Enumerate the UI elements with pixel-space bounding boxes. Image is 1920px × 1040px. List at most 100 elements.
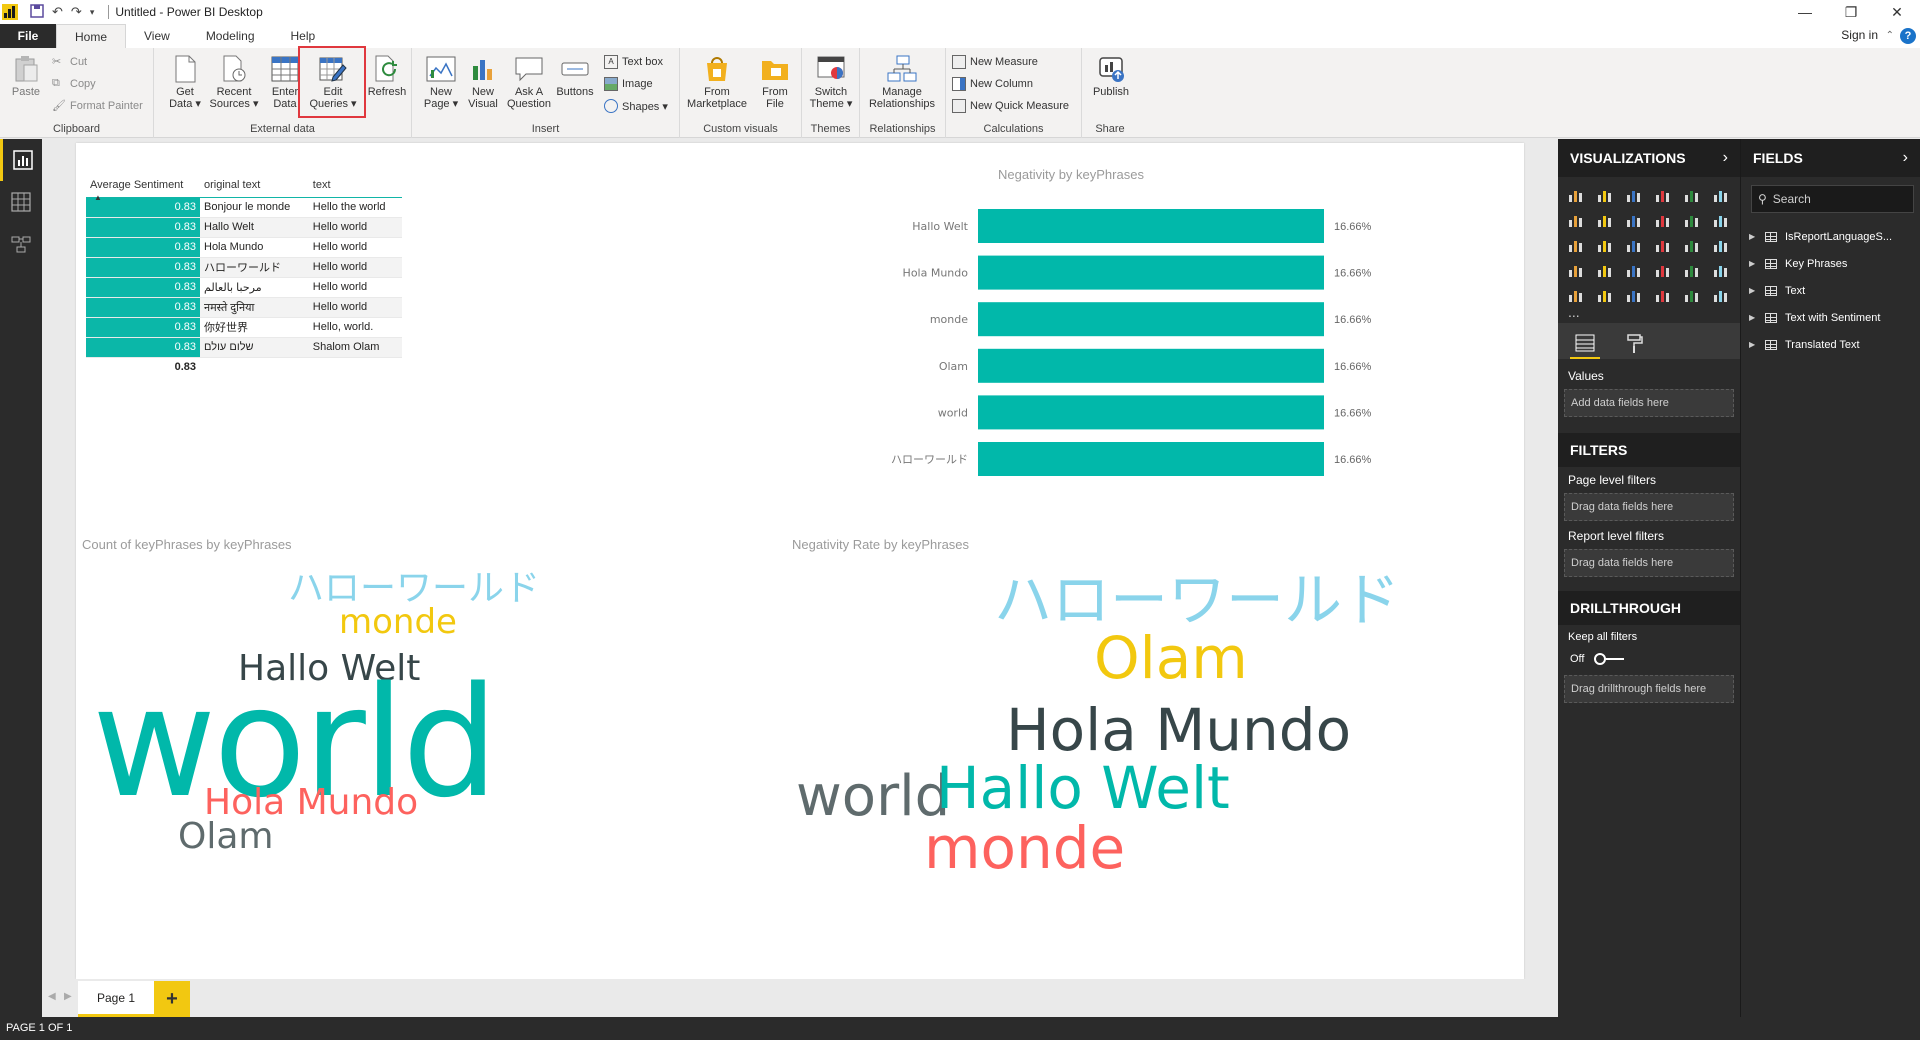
collapse-chevron-icon[interactable]: ›	[1903, 149, 1908, 167]
recent-sources-button[interactable]: Recent Sources ▾	[206, 52, 262, 116]
visual-matrix-icon[interactable]	[1624, 285, 1646, 305]
report-filters-well[interactable]: Drag data fields here	[1564, 549, 1734, 577]
restore-button[interactable]: ❐	[1828, 0, 1874, 24]
visual-r-visual-icon[interactable]	[1653, 285, 1675, 305]
save-icon[interactable]	[30, 3, 44, 21]
expand-caret-icon[interactable]: ▶	[1749, 286, 1757, 295]
new-visual-button[interactable]: New Visual	[458, 52, 508, 116]
collapse-ribbon-icon[interactable]: ⌃	[1886, 30, 1894, 41]
image-button[interactable]: Image	[604, 74, 653, 94]
add-page-button[interactable]: +	[154, 981, 190, 1017]
visual-card-icon[interactable]	[1653, 260, 1675, 280]
visual-map-icon[interactable]	[1711, 235, 1733, 255]
table-row[interactable]: 0.83 Hallo Welt Hello world	[86, 217, 402, 238]
table-row[interactable]: 0.83 नमस्ते दुनिया Hello world	[86, 297, 402, 318]
fields-search-box[interactable]: ⚲ Search	[1751, 185, 1914, 213]
visual-clustered-bar-icon[interactable]	[1624, 185, 1646, 205]
new-column-button[interactable]: New Column	[952, 74, 1033, 94]
table-visual[interactable]: ▲ Average Sentiment original text text 0…	[86, 173, 406, 377]
tab-help[interactable]: Help	[273, 24, 334, 48]
bar[interactable]	[978, 302, 1324, 337]
field-table-item[interactable]: ▶ Translated Text	[1741, 331, 1920, 358]
bar[interactable]	[978, 209, 1324, 243]
text-box-button[interactable]: A Text box	[604, 52, 663, 72]
page-tab[interactable]: Page 1	[78, 981, 154, 1017]
visual-100-column-icon[interactable]	[1711, 185, 1733, 205]
word-item[interactable]: Hola Mundo	[1006, 701, 1351, 759]
table-row[interactable]: 0.83 你好世界 Hello, world.	[86, 317, 402, 338]
fields-tab[interactable]	[1570, 329, 1600, 359]
tab-view[interactable]: View	[126, 24, 188, 48]
visual-ribbon-icon[interactable]	[1711, 210, 1733, 230]
format-painter-button[interactable]: 🖌 Format Painter	[52, 96, 143, 116]
visual-line-column-icon[interactable]	[1653, 210, 1675, 230]
bar[interactable]	[978, 395, 1324, 430]
tab-modeling[interactable]: Modeling	[188, 24, 273, 48]
bar[interactable]	[978, 348, 1324, 383]
field-table-item[interactable]: ▶ Text	[1741, 277, 1920, 304]
get-data-button[interactable]: Get Data ▾	[160, 52, 210, 116]
page-filters-well[interactable]: Drag data fields here	[1564, 493, 1734, 521]
refresh-button[interactable]: Refresh	[362, 52, 412, 116]
sort-caret-icon[interactable]: ▲	[94, 193, 102, 202]
new-measure-button[interactable]: New Measure	[952, 52, 1038, 72]
more-visuals-button[interactable]: ...	[1558, 305, 1740, 323]
visual-area-icon[interactable]	[1595, 210, 1617, 230]
word-item[interactable]: Olam	[178, 819, 273, 855]
cut-button[interactable]: ✂ Cut	[52, 52, 87, 72]
table-row[interactable]: 0.83 Hola Mundo Hello world	[86, 237, 402, 258]
word-item[interactable]: monde	[924, 819, 1125, 877]
expand-caret-icon[interactable]: ▶	[1749, 232, 1757, 241]
from-file-button[interactable]: From File	[750, 52, 800, 116]
visual-line-icon[interactable]	[1566, 210, 1588, 230]
paste-button[interactable]: Paste	[4, 52, 48, 116]
shapes-button[interactable]: Shapes ▾	[604, 96, 668, 116]
column-header[interactable]: text	[308, 173, 402, 198]
visual-stacked-column-icon[interactable]	[1595, 185, 1617, 205]
visual-stacked-area-icon[interactable]	[1624, 210, 1646, 230]
visual-donut-icon[interactable]	[1653, 235, 1675, 255]
word-item[interactable]: Olam	[1094, 629, 1248, 687]
values-drop-well[interactable]: Add data fields here	[1564, 389, 1734, 417]
visual-globe-icon[interactable]	[1682, 285, 1704, 305]
expand-caret-icon[interactable]: ▶	[1749, 313, 1757, 322]
word-item[interactable]: Hallo Welt	[936, 759, 1230, 817]
buttons-button[interactable]: Buttons	[550, 52, 600, 116]
visual-stacked-bar-icon[interactable]	[1566, 185, 1588, 205]
scroll-right-icon[interactable]: ▶	[64, 991, 72, 1002]
visual-pie-icon[interactable]	[1624, 235, 1646, 255]
tab-home[interactable]: Home	[56, 24, 127, 48]
visual-cloud-icon[interactable]	[1711, 285, 1733, 305]
visual-slicer-icon[interactable]	[1566, 285, 1588, 305]
redo-icon[interactable]: ↷	[71, 4, 82, 20]
new-quick-measure-button[interactable]: New Quick Measure	[952, 96, 1069, 116]
publish-button[interactable]: Publish	[1086, 52, 1136, 116]
bar[interactable]	[978, 255, 1324, 290]
copy-button[interactable]: ⧉ Copy	[52, 74, 96, 94]
undo-icon[interactable]: ↶	[52, 4, 63, 20]
field-table-item[interactable]: ▶ Text with Sentiment	[1741, 304, 1920, 331]
visual-kpi-icon[interactable]	[1711, 260, 1733, 280]
visual-funnel-icon[interactable]	[1595, 260, 1617, 280]
visual-line-clustered-icon[interactable]	[1682, 210, 1704, 230]
switch-theme-button[interactable]: Switch Theme ▾	[806, 52, 856, 116]
field-table-item[interactable]: ▶ Key Phrases	[1741, 250, 1920, 277]
visual-multirow-card-icon[interactable]	[1682, 260, 1704, 280]
visual-clustered-column-icon[interactable]	[1653, 185, 1675, 205]
help-icon[interactable]: ?	[1900, 28, 1916, 44]
tab-file[interactable]: File	[0, 24, 56, 48]
word-item[interactable]: ハローワールド	[994, 571, 1400, 629]
expand-caret-icon[interactable]: ▶	[1749, 340, 1757, 349]
column-header[interactable]: original text	[200, 173, 309, 198]
keep-filters-toggle[interactable]	[1594, 653, 1625, 665]
scroll-left-icon[interactable]: ◀	[48, 991, 56, 1002]
visual-gauge-icon[interactable]	[1624, 260, 1646, 280]
field-table-item[interactable]: ▶ IsReportLanguageS...	[1741, 223, 1920, 250]
visual-treemap-icon[interactable]	[1682, 235, 1704, 255]
column-header[interactable]: Average Sentiment	[86, 173, 200, 198]
close-button[interactable]: ✕	[1874, 0, 1920, 24]
manage-relationships-button[interactable]: Manage Relationships	[864, 52, 940, 116]
table-row[interactable]: 0.83 שלום עולם Shalom Olam	[86, 337, 402, 358]
report-view-button[interactable]	[0, 139, 42, 181]
negativity-bar-chart[interactable]: Negativity by keyPhrases Hallo Welt 16.66%…	[676, 153, 1506, 483]
